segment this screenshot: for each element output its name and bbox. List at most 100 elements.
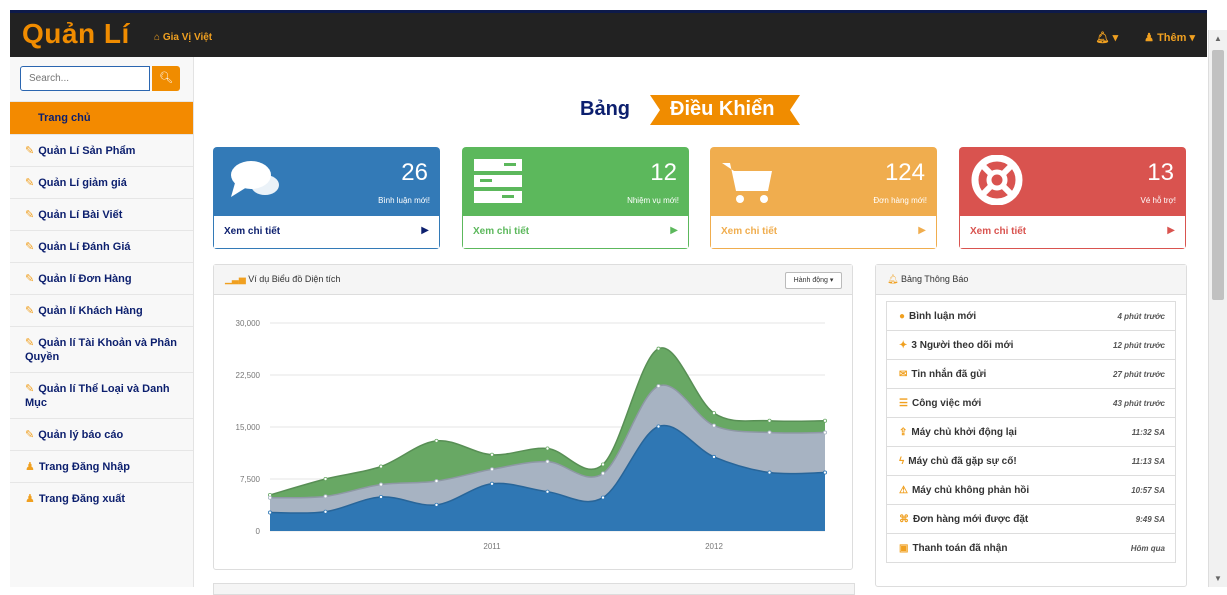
search-input[interactable] [20, 66, 150, 91]
notification-item[interactable]: ✦ 3 Người theo dõi mới 12 phút trước [886, 330, 1176, 360]
sidebar-item[interactable]: ♟ Trang Đăng xuất [10, 482, 193, 514]
data-point [545, 489, 550, 494]
scroll-up-icon[interactable]: ▲ [1214, 34, 1222, 43]
lower-panel [213, 583, 855, 595]
data-point [489, 481, 494, 486]
sidebar-item[interactable]: ♟ Trang Đăng Nhập [10, 450, 193, 482]
sidebar-item-label: Quản lí Thể Loại và Danh Mục [25, 383, 170, 409]
stat-card: 13 Vé hỗ trợ! Xem chi tiết ▶ [959, 147, 1186, 249]
notification-time: 11:13 SA [1131, 457, 1165, 466]
edit-icon: ✎ [25, 383, 35, 395]
edit-icon: ✎ [25, 337, 35, 349]
view-details-link[interactable]: Xem chi tiết ▶ [213, 216, 440, 249]
notification-item[interactable]: ● Bình luận mới 4 phút trước [886, 301, 1176, 331]
stat-count: 12 [650, 159, 677, 186]
data-point [434, 438, 439, 443]
data-point [489, 452, 494, 457]
page-scrollbar[interactable]: ▲ ▼ [1208, 30, 1227, 587]
data-point [823, 470, 828, 475]
sidebar-item[interactable]: ✎ Quản Lí Bài Viết [10, 198, 193, 230]
notification-time: 4 phút trước [1117, 312, 1165, 321]
stat-count: 124 [884, 159, 925, 186]
bolt-icon: ϟ [899, 456, 905, 467]
notification-item[interactable]: ☰ Công việc mới 43 phút trước [886, 388, 1176, 418]
scroll-thumb[interactable] [1212, 50, 1224, 300]
bell-caret: ▾ [1112, 32, 1119, 44]
view-details-label: Xem chi tiết [224, 226, 281, 237]
notification-panel-header: 🔔︎ Bảng Thông Báo [876, 265, 1186, 295]
sidebar-item[interactable]: ✎ Quản lý báo cáo [10, 418, 193, 450]
sidebar-item[interactable]: ✎ Quản lí Tài Khoản và Phân Quyền [10, 326, 193, 372]
data-point [378, 464, 383, 469]
stat-label: Bình luận mới! [378, 196, 430, 205]
search-button[interactable]: 🔍︎ [152, 66, 180, 91]
sidebar-item-label: Quản Lí Bài Viết [38, 209, 123, 221]
view-details-link[interactable]: Xem chi tiết ▶ [710, 216, 937, 249]
data-point [656, 346, 661, 351]
tasks-icon: ☰ [899, 398, 908, 409]
stat-card-top: 12 Nhiệm vụ mới! [462, 147, 689, 216]
data-point [323, 494, 328, 499]
stat-card-top: 124 Đơn hàng mới! [710, 147, 937, 216]
brand-logo[interactable]: Quản Lí [22, 18, 130, 50]
sidebar-item[interactable]: ✎ Quản Lí Đánh Giá [10, 230, 193, 262]
view-details-link[interactable]: Xem chi tiết ▶ [462, 216, 689, 249]
x-tick-label: 2012 [705, 542, 723, 551]
page-title-word1: Bảng [580, 98, 630, 120]
area-chart-panel: ▁▃▅ Ví dụ Biểu đồ Diện tích Hành động ▾ … [213, 264, 853, 570]
data-point [656, 384, 661, 389]
view-details-link[interactable]: Xem chi tiết ▶ [959, 216, 1186, 249]
sidebar-item-label: Trang Đăng xuất [38, 493, 126, 505]
twitter-icon: ✦ [899, 340, 908, 351]
edit-icon: ✎ [25, 177, 35, 189]
notification-text: 3 Người theo dõi mới [911, 340, 1014, 351]
stat-count: 13 [1147, 159, 1174, 186]
y-tick-label: 22,500 [236, 371, 261, 380]
notification-item[interactable]: ⌘ Đơn hàng mới được đặt 9:49 SA [886, 504, 1176, 534]
edit-icon: ✎ [25, 241, 35, 253]
stat-card: 12 Nhiệm vụ mới! Xem chi tiết ▶ [462, 147, 689, 249]
sidebar-item[interactable]: Trang chủ [10, 101, 193, 134]
notification-item[interactable]: ⚠ Máy chủ không phản hồi 10:57 SA [886, 475, 1176, 505]
notification-time: Hôm qua [1130, 544, 1165, 553]
comment-icon: ● [899, 311, 906, 322]
user-icon: ♟ [25, 493, 35, 505]
data-point [767, 418, 772, 423]
page-title-ribbon: Điều Khiển [650, 95, 800, 125]
notification-text: Công việc mới [911, 398, 982, 409]
sidebar-item-label: Trang chủ [38, 112, 91, 124]
data-point [600, 471, 605, 476]
more-label: Thêm ▾ [1157, 32, 1195, 44]
user-icon: ♟ [25, 461, 35, 473]
notification-item[interactable]: ϟ Máy chủ đã gặp sự cố! 11:13 SA [886, 446, 1176, 476]
cart-icon [722, 155, 782, 208]
data-point [711, 423, 716, 428]
sidebar-item[interactable]: ✎ Quản lí Khách Hàng [10, 294, 193, 326]
notification-item[interactable]: ⇪ Máy chủ khởi động lại 11:32 SA [886, 417, 1176, 447]
arrow-circle-right-icon: ▶ [670, 225, 678, 236]
data-point [823, 418, 828, 423]
view-details-label: Xem chi tiết [970, 226, 1027, 237]
sidebar: 🔍︎ Trang chủ ✎Quản Lí Sản Phẩm✎Quản Lí gi… [10, 57, 194, 587]
data-point [434, 502, 439, 507]
sidebar-item[interactable]: ✎ Quản Lí giảm giá [10, 166, 193, 198]
stat-card: 26 Bình luận mới! Xem chi tiết ▶ [213, 147, 440, 249]
sidebar-item[interactable]: ✎ Quản Lí Sản Phẩm [10, 134, 193, 166]
notification-dropdown[interactable]: 🔔︎ ▾ [1096, 31, 1119, 44]
notification-item[interactable]: ▣ Thanh toán đã nhận Hôm qua [886, 533, 1176, 563]
sidebar-item[interactable]: ✎ Quản lí Đơn Hàng [10, 262, 193, 294]
view-details-label: Xem chi tiết [473, 226, 530, 237]
notification-text: Tin nhắn đã gửi [911, 369, 987, 380]
site-link[interactable]: ⌂ Gia Vị Việt [154, 32, 212, 43]
notification-item[interactable]: ✉ Tin nhắn đã gửi 27 phút trước [886, 359, 1176, 389]
sidebar-item-label: Trang Đăng Nhập [38, 461, 130, 473]
sidebar-item-label: Quản lí Tài Khoản và Phân Quyền [25, 337, 177, 363]
scroll-down-icon[interactable]: ▼ [1214, 574, 1222, 583]
data-point [600, 462, 605, 467]
chart-action-button[interactable]: Hành động ▾ [785, 272, 842, 289]
stat-label: Vé hỗ trợ! [1140, 196, 1176, 205]
sidebar-item[interactable]: ✎ Quản lí Thể Loại và Danh Mục [10, 372, 193, 418]
area-chart: 0 7,500 15,000 22,500 30,000 2011 2012 [236, 319, 828, 551]
more-dropdown[interactable]: ♟ Thêm ▾ [1144, 31, 1195, 44]
bar-chart-icon: ▁▃▅ [225, 274, 246, 284]
